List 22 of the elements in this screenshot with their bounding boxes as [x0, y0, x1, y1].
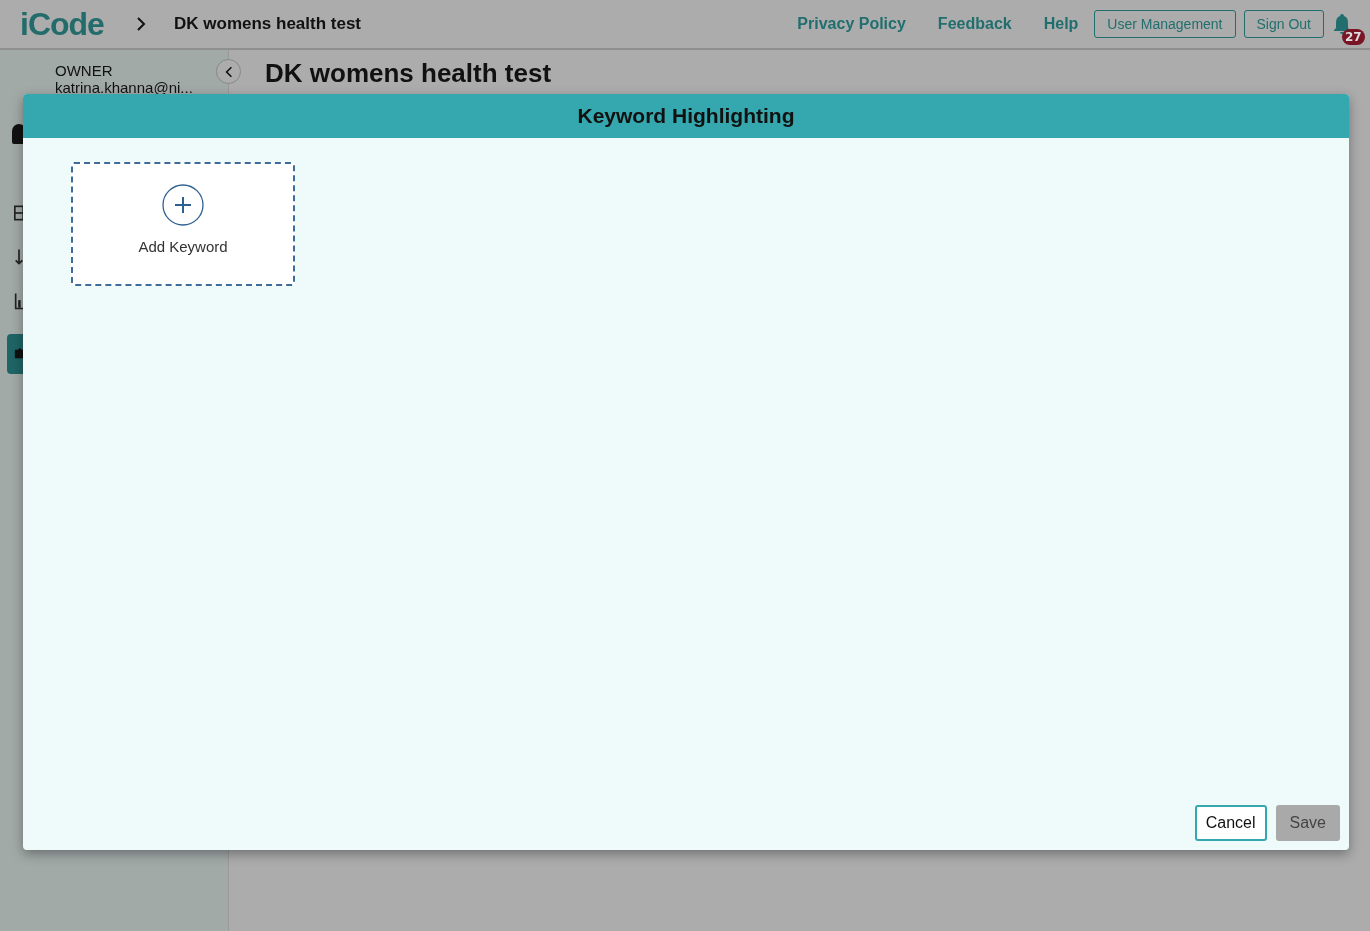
chevron-right-icon [136, 17, 146, 31]
user-role: OWNER [55, 62, 114, 79]
collapse-button[interactable] [216, 59, 241, 84]
arrow-down-icon [14, 247, 24, 267]
header-button[interactable]: User Management [1094, 10, 1236, 38]
add-keyword-label: Add Keyword [138, 238, 228, 255]
logo[interactable]: iCode [20, 5, 102, 43]
dialog-title: Keyword Highlighting [577, 104, 795, 128]
header-button[interactable]: Sign Out [1243, 10, 1324, 38]
plus-circle-icon [162, 184, 204, 226]
add-keyword-card[interactable]: Add Keyword [71, 162, 295, 286]
notification-badge: 27 [1342, 29, 1365, 45]
breadcrumb-title: DK womens health test [174, 14, 362, 34]
bar-chart-icon [14, 291, 24, 311]
nav-link[interactable]: Privacy Policy [797, 15, 906, 33]
user-email: katrina.khanna@ni... [55, 79, 194, 96]
page-title: DK womens health test [265, 58, 553, 88]
dialog-button[interactable]: Cancel [1194, 805, 1267, 841]
nav-link[interactable]: Help [1043, 15, 1079, 33]
book-icon [14, 204, 24, 222]
chevron-left-icon [224, 65, 233, 78]
nav-link[interactable]: Feedback [937, 15, 1012, 33]
